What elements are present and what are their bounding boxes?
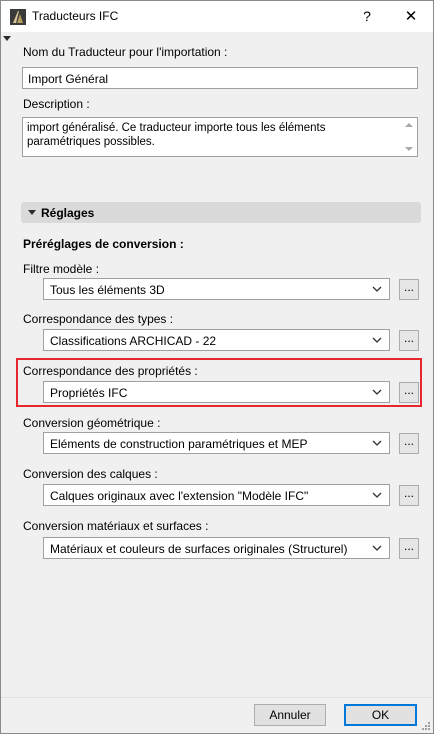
settings-section-header[interactable]: Réglages [21,202,421,223]
close-icon: ✕ [404,8,418,25]
ifc-translators-dialog: Traducteurs IFC ? ✕ Nom du Traducteur po… [0,0,434,734]
type-mapping-value: Classifications ARCHICAD - 22 [50,334,217,348]
title-bar: Traducteurs IFC ? ✕ [1,1,433,32]
property-mapping-dropdown[interactable]: Propriétés IFC [43,381,390,403]
help-icon: ? [363,8,371,24]
property-mapping-browse-button[interactable]: ... [399,382,419,403]
window-title: Traducteurs IFC [32,9,119,23]
layer-conversion-label: Conversion des calques : [23,467,158,481]
type-mapping-dropdown[interactable]: Classifications ARCHICAD - 22 [43,329,390,351]
material-conversion-dropdown[interactable]: Matériaux et couleurs de surfaces origin… [43,537,390,559]
ok-button[interactable]: OK [344,704,417,726]
archicad-icon [10,9,26,25]
description-label: Description : [23,97,90,111]
property-mapping-label: Correspondance des propriétés : [23,364,198,378]
chevron-down-icon [372,440,382,446]
chevron-down-icon [372,545,382,551]
geometry-conversion-value: Eléments de construction paramétriques e… [50,437,308,451]
layer-conversion-value: Calques originaux avec l'extension "Modè… [50,489,309,503]
translator-name-label: Nom du Traducteur pour l'importation : [23,45,228,59]
property-mapping-value: Propriétés IFC [50,386,128,400]
close-button[interactable]: ✕ [389,1,433,32]
dialog-footer: Annuler OK [1,697,433,733]
translator-name-input[interactable]: Import Général [22,67,418,89]
expand-triangle-icon [28,210,36,215]
chevron-down-icon [372,492,382,498]
type-mapping-browse-button[interactable]: ... [399,330,419,351]
type-mapping-label: Correspondance des types : [23,312,174,326]
description-textarea[interactable]: import généralisé. Ce traducteur importe… [22,117,418,157]
chevron-down-icon [372,286,382,292]
description-text: import généralisé. Ce traducteur importe… [27,122,326,148]
chevron-down-icon [372,337,382,343]
geometry-conversion-label: Conversion géométrique : [23,416,161,430]
model-filter-browse-button[interactable]: ... [399,279,419,300]
cancel-button[interactable]: Annuler [254,704,326,726]
panel-collapse-icon[interactable] [3,36,11,41]
scroll-down-icon[interactable] [405,147,413,151]
model-filter-label: Filtre modèle : [23,262,100,276]
material-conversion-value: Matériaux et couleurs de surfaces origin… [50,542,348,556]
model-filter-dropdown[interactable]: Tous les éléments 3D [43,278,390,300]
material-conversion-browse-button[interactable]: ... [399,538,419,559]
layer-conversion-browse-button[interactable]: ... [399,485,419,506]
scroll-up-icon[interactable] [405,123,413,127]
geometry-conversion-dropdown[interactable]: Eléments de construction paramétriques e… [43,432,390,454]
geometry-conversion-browse-button[interactable]: ... [399,433,419,454]
help-button[interactable]: ? [345,1,389,32]
settings-section-label: Réglages [41,206,95,220]
layer-conversion-dropdown[interactable]: Calques originaux avec l'extension "Modè… [43,484,390,506]
dialog-content: Nom du Traducteur pour l'importation : I… [1,32,433,698]
footer-divider [1,697,433,698]
material-conversion-label: Conversion matériaux et surfaces : [23,519,209,533]
model-filter-value: Tous les éléments 3D [50,283,165,297]
resize-grip-icon[interactable] [421,721,431,731]
chevron-down-icon [372,389,382,395]
conversion-presets-heading: Préréglages de conversion : [23,237,184,251]
